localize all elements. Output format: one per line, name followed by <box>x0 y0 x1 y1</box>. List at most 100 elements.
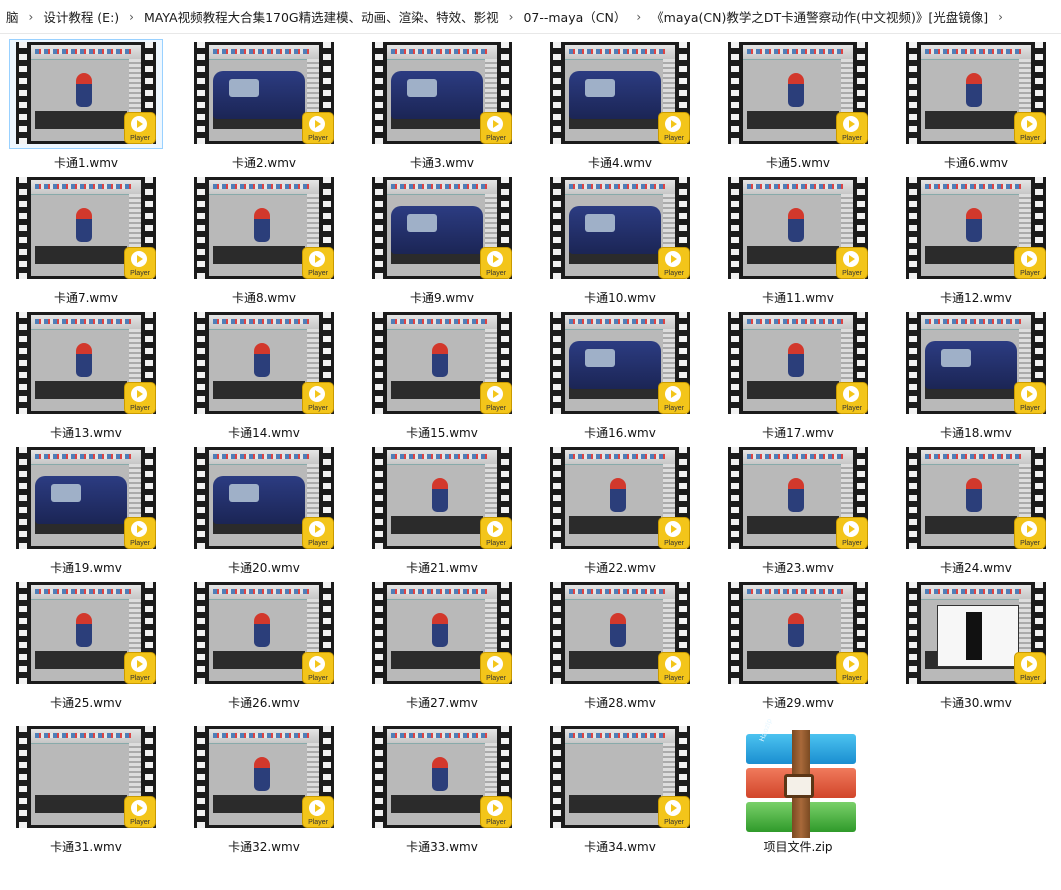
file-item[interactable]: Player 卡通32.wmv <box>186 722 342 858</box>
video-film-icon: Player <box>372 312 512 414</box>
video-film-icon: Player <box>906 312 1046 414</box>
video-film-icon: Player <box>194 726 334 828</box>
file-item[interactable]: Player 卡通31.wmv <box>8 722 164 858</box>
file-thumbnail: Player <box>10 580 162 688</box>
file-item[interactable]: Player 卡通8.wmv <box>186 173 342 309</box>
file-item[interactable]: Player 卡通24.wmv <box>898 443 1054 579</box>
file-item[interactable]: Player 卡通16.wmv <box>542 308 698 444</box>
video-film-icon: Player <box>906 582 1046 684</box>
file-item[interactable]: Player 卡通14.wmv <box>186 308 342 444</box>
player-badge-text: Player <box>842 540 862 547</box>
player-badge-icon: Player <box>302 796 334 828</box>
file-item[interactable]: Player 卡通23.wmv <box>720 443 876 579</box>
file-item[interactable]: Haozip 项目文件.zip <box>720 718 876 858</box>
file-grid: Player 卡通1.wmv Player 卡通2.wmv Player 卡通3.wmv P… <box>0 38 1061 890</box>
file-item[interactable]: Player 卡通34.wmv <box>542 722 698 858</box>
player-badge-icon: Player <box>658 112 690 144</box>
file-item[interactable]: Player 卡通6.wmv <box>898 38 1054 174</box>
player-badge-icon: Player <box>480 112 512 144</box>
player-badge-icon: Player <box>480 247 512 279</box>
file-name: 卡通33.wmv <box>406 840 478 854</box>
file-name: 卡通5.wmv <box>765 156 831 170</box>
file-item[interactable]: Player 卡通30.wmv <box>898 578 1054 714</box>
file-item[interactable]: Player 卡通15.wmv <box>364 308 520 444</box>
file-item[interactable]: Player 卡通12.wmv <box>898 173 1054 309</box>
breadcrumb-item[interactable]: MAYA视频教程大合集170G精选建模、动画、渲染、特效、影视 <box>138 7 505 26</box>
file-item[interactable]: Player 卡通33.wmv <box>364 722 520 858</box>
file-name: 卡通17.wmv <box>762 426 834 440</box>
file-item[interactable]: Player 卡通5.wmv <box>720 38 876 174</box>
file-item[interactable]: Player 卡通28.wmv <box>542 578 698 714</box>
file-item[interactable]: Player 卡通21.wmv <box>364 443 520 579</box>
player-badge-text: Player <box>664 405 684 412</box>
file-item[interactable]: Player 卡通4.wmv <box>542 38 698 174</box>
file-thumbnail: Player <box>900 40 1052 148</box>
file-thumbnail: Player <box>10 310 162 418</box>
breadcrumb-separator-icon[interactable]: › <box>505 10 518 24</box>
breadcrumb-item[interactable]: 07--maya（CN） <box>517 7 632 26</box>
player-badge-text: Player <box>130 675 150 682</box>
file-name: 卡通32.wmv <box>228 840 300 854</box>
player-badge-text: Player <box>130 270 150 277</box>
zip-archive-icon: Haozip <box>746 718 856 838</box>
player-badge-text: Player <box>486 675 506 682</box>
file-thumbnail: Player <box>9 39 163 149</box>
file-thumbnail: Player <box>188 40 340 148</box>
breadcrumb-separator-icon[interactable]: › <box>125 10 138 24</box>
file-name: 卡通12.wmv <box>940 291 1012 305</box>
player-badge-icon: Player <box>302 112 334 144</box>
file-item[interactable]: Player 卡通1.wmv <box>8 38 164 174</box>
breadcrumb-item[interactable]: 设计教程 (E:) <box>37 7 125 26</box>
file-item[interactable]: Player 卡通2.wmv <box>186 38 342 174</box>
video-film-icon: Player <box>550 177 690 279</box>
file-item[interactable]: Player 卡通25.wmv <box>8 578 164 714</box>
file-item[interactable]: Player 卡通20.wmv <box>186 443 342 579</box>
file-name: 卡通1.wmv <box>53 156 119 170</box>
file-name: 卡通7.wmv <box>53 291 119 305</box>
video-film-icon: Player <box>550 312 690 414</box>
video-film-icon: Player <box>372 177 512 279</box>
file-name: 卡通19.wmv <box>50 561 122 575</box>
file-name: 卡通13.wmv <box>50 426 122 440</box>
video-film-icon: Player <box>372 42 512 144</box>
file-item[interactable]: Player 卡通10.wmv <box>542 173 698 309</box>
file-item[interactable]: Player 卡通22.wmv <box>542 443 698 579</box>
file-thumbnail: Player <box>900 580 1052 688</box>
video-film-icon: Player <box>550 582 690 684</box>
player-badge-text: Player <box>1020 675 1040 682</box>
file-item[interactable]: Player 卡通29.wmv <box>720 578 876 714</box>
breadcrumb-separator-icon[interactable]: › <box>25 10 38 24</box>
player-badge-text: Player <box>1020 405 1040 412</box>
file-thumbnail: Player <box>722 40 874 148</box>
player-badge-icon: Player <box>1014 517 1046 549</box>
player-badge-icon: Player <box>480 382 512 414</box>
breadcrumb-separator-icon[interactable]: › <box>994 10 1007 24</box>
video-film-icon: Player <box>194 447 334 549</box>
file-item[interactable]: Player 卡通27.wmv <box>364 578 520 714</box>
file-thumbnail: Player <box>722 310 874 418</box>
file-thumbnail: Player <box>544 175 696 283</box>
file-thumbnail: Player <box>366 724 518 832</box>
player-badge-icon: Player <box>1014 382 1046 414</box>
file-thumbnail: Player <box>544 310 696 418</box>
file-item[interactable]: Player 卡通18.wmv <box>898 308 1054 444</box>
breadcrumb-separator-icon[interactable]: › <box>632 10 645 24</box>
player-badge-text: Player <box>486 270 506 277</box>
player-badge-text: Player <box>130 540 150 547</box>
file-item[interactable]: Player 卡通7.wmv <box>8 173 164 309</box>
breadcrumb-item[interactable]: 脑 <box>0 7 25 26</box>
file-item[interactable]: Player 卡通26.wmv <box>186 578 342 714</box>
player-badge-icon: Player <box>1014 112 1046 144</box>
file-item[interactable]: Player 卡通11.wmv <box>720 173 876 309</box>
file-item[interactable]: Player 卡通19.wmv <box>8 443 164 579</box>
player-badge-icon: Player <box>302 652 334 684</box>
file-item[interactable]: Player 卡通17.wmv <box>720 308 876 444</box>
player-badge-text: Player <box>664 135 684 142</box>
file-item[interactable]: Player 卡通9.wmv <box>364 173 520 309</box>
video-film-icon: Player <box>728 42 868 144</box>
video-film-icon: Player <box>16 582 156 684</box>
file-item[interactable]: Player 卡通13.wmv <box>8 308 164 444</box>
player-badge-icon: Player <box>658 517 690 549</box>
file-item[interactable]: Player 卡通3.wmv <box>364 38 520 174</box>
breadcrumb-item[interactable]: 《maya(CN)教学之DT卡通警察动作(中文视频)》[光盘镜像] <box>645 7 994 26</box>
